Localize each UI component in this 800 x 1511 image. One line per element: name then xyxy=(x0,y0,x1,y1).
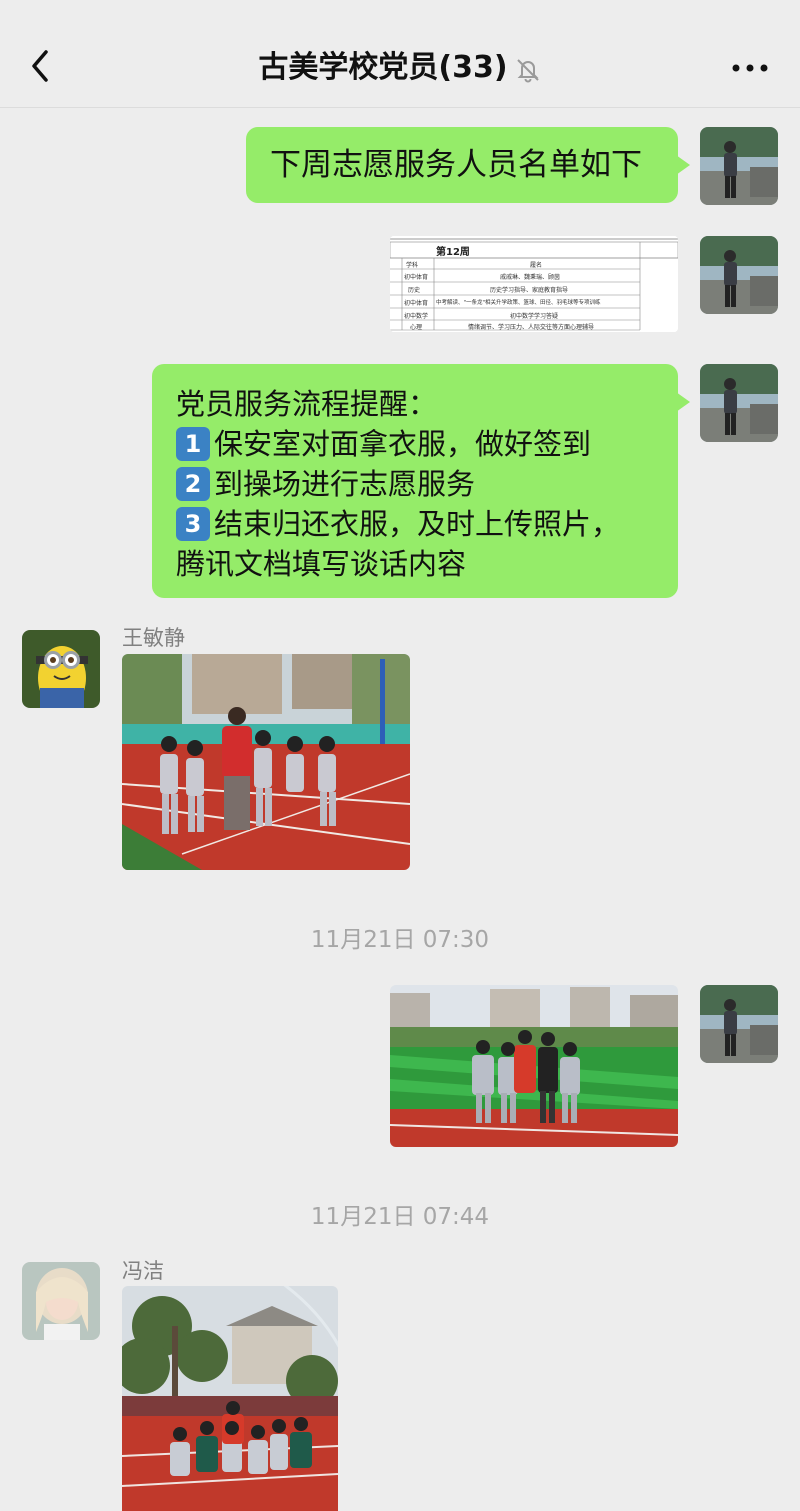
self-avatar[interactable] xyxy=(700,127,778,205)
message-bubble-text[interactable]: 下周志愿服务人员名单如下 xyxy=(246,127,690,203)
sheet-title: 第12周 xyxy=(436,247,470,258)
reminder-text: 腾讯文档填写谈话内容 xyxy=(176,547,467,581)
reminder-title: 党员服务流程提醒： xyxy=(176,387,438,421)
contact-avatar[interactable] xyxy=(22,630,100,708)
sheet-col-names: 履名 xyxy=(530,262,543,269)
sheet-col-subject: 学科 xyxy=(406,262,419,269)
spreadsheet-image[interactable]: 第12周 学科 履名 初中体育 戚戚琳、魏秉瑞、顾茵 历史 历史学习指导、家庭教… xyxy=(390,236,678,332)
timestamp: 11月21日 07:44 xyxy=(310,1204,490,1230)
chat-header: 古美学校党员(33) xyxy=(0,0,800,108)
person-photo-icon xyxy=(700,127,778,205)
group-name: 古美学校党员(33) xyxy=(258,50,508,85)
contact-avatar[interactable] xyxy=(22,1262,100,1340)
message-bubble-text[interactable]: 党员服务流程提醒： 1 保安室对面拿衣服，做好签到 2 到操场进行志愿服务 3 结束归… xyxy=(152,364,690,598)
sheet-row-subject: 心理 xyxy=(410,324,423,331)
self-avatar[interactable] xyxy=(700,364,778,442)
step-text: 到操场进行志愿服务 xyxy=(214,467,476,501)
self-avatar[interactable] xyxy=(700,236,778,314)
person-photo-icon xyxy=(700,985,778,1063)
sheet-row-names: 初中数学学习答疑 xyxy=(510,313,559,320)
girl-avatar-icon xyxy=(22,1262,100,1340)
person-photo-icon xyxy=(700,364,778,442)
sheet-row-subject: 历史 xyxy=(408,287,421,294)
sheet-row-subject: 初中体育 xyxy=(404,300,429,307)
sheet-row-names: 戚戚琳、魏秉瑞、顾茵 xyxy=(500,274,561,281)
photo-message[interactable] xyxy=(122,1286,338,1511)
number-badge: 3 xyxy=(176,507,210,541)
sheet-row-names: 情绪调节、学习压力、人际交往等方面心理辅导 xyxy=(468,324,595,331)
chat-title: 古美学校党员(33) xyxy=(0,48,800,88)
self-avatar[interactable] xyxy=(700,985,778,1063)
number-badge: 1 xyxy=(176,427,210,461)
bell-off-icon xyxy=(514,55,542,83)
sender-name: 王敏静 xyxy=(122,626,185,650)
step-text: 结束归还衣服，及时上传照片， xyxy=(214,507,621,541)
sender-name: 冯洁 xyxy=(122,1259,164,1283)
message-text: 下周志愿服务人员名单如下 xyxy=(270,147,642,183)
person-photo-icon xyxy=(700,236,778,314)
sheet-row-subject: 初中体育 xyxy=(404,274,429,281)
sheet-row-subject: 初中数学 xyxy=(404,313,429,320)
timestamp: 11月21日 07:30 xyxy=(310,927,490,953)
photo-message[interactable] xyxy=(390,985,678,1147)
more-button[interactable] xyxy=(730,58,770,78)
more-dots-icon xyxy=(732,64,768,72)
step-text: 保安室对面拿衣服，做好签到 xyxy=(214,427,592,461)
reminder-step: 1 保安室对面拿衣服，做好签到 xyxy=(176,424,654,464)
sheet-row-names: 中考解读、"一条龙"相关升学政策、篮球、田径、羽毛球等专项训练 xyxy=(436,300,601,306)
sheet-row-names: 历史学习指导、家庭教育指导 xyxy=(490,287,569,294)
minion-avatar-icon xyxy=(22,630,100,708)
number-badge: 2 xyxy=(176,467,210,501)
photo-message[interactable] xyxy=(122,654,410,870)
reminder-step: 3 结束归还衣服，及时上传照片， xyxy=(176,504,654,544)
reminder-step: 2 到操场进行志愿服务 xyxy=(176,464,654,504)
